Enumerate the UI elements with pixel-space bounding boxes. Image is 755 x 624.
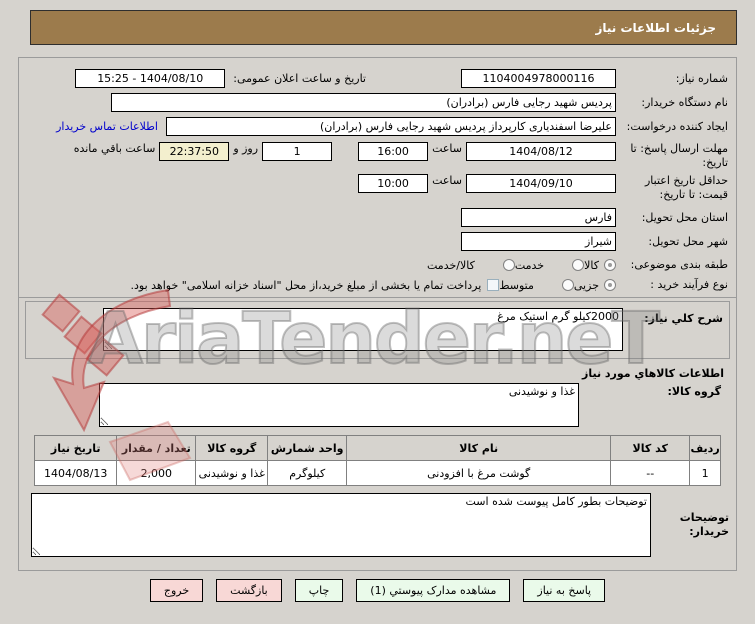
- delivery-province-field[interactable]: فارس: [461, 208, 616, 227]
- table-row[interactable]: 1 -- گوشت مرغ با افزودنی کیلوگرم غذا و ن…: [33, 460, 721, 486]
- radio-medium-label: متوسط: [499, 278, 534, 292]
- goods-table-header-row: ردیف کد کالا نام کالا واحد شمارش گروه کا…: [33, 435, 721, 461]
- cell-quantity: 2,000: [116, 460, 197, 486]
- row-reply-deadline: مهلت ارسال پاسخ: تا تاریخ: 1404/08/12 سا…: [27, 142, 728, 170]
- price-validity-date-field[interactable]: 1404/09/10: [466, 174, 616, 193]
- buyer-notes-row: توضیحات خریدار: توضیحات بطور کامل پیوست …: [31, 493, 729, 557]
- col-goods-name: نام کالا: [346, 435, 612, 461]
- announce-datetime-label: تاریخ و ساعت اعلان عمومی:: [233, 72, 366, 85]
- cell-count-unit: کیلوگرم: [267, 460, 348, 486]
- radio-goods-service[interactable]: [502, 259, 515, 271]
- goods-table-wrap: ردیف کد کالا نام کالا واحد شمارش گروه کا…: [33, 435, 721, 486]
- goods-group-label: گروه کالا:: [667, 385, 721, 398]
- cell-goods-group: غذا و نوشیدنی: [195, 460, 269, 486]
- delivery-province-label: استان محل تحویل:: [641, 210, 728, 224]
- request-creator-field[interactable]: علیرضا اسفندیاری کارپرداز پردیس شهید رجا…: [166, 117, 616, 136]
- reply-deadline-date-field[interactable]: 1404/08/12: [466, 142, 616, 161]
- respond-to-need-button[interactable]: پاسخ به نیاز: [523, 579, 606, 602]
- need-info-form: شماره نیاز: 1104004978000116 تاریخ و ساع…: [19, 58, 736, 298]
- goods-group-row: گروه کالا: غذا و نوشیدنی: [19, 383, 721, 427]
- treasury-docs-checkbox-label: پرداخت تمام یا بخشی از مبلغ خرید،از محل …: [130, 278, 482, 292]
- col-goods-group: گروه کالا: [195, 435, 269, 461]
- buyer-notes-label: توضیحات خریدار:: [679, 511, 729, 538]
- view-attachments-button[interactable]: مشاهده مدارک پیوستي (1): [356, 579, 511, 602]
- cell-row-number: 1: [689, 460, 721, 486]
- goods-table: ردیف کد کالا نام کالا واحد شمارش گروه کا…: [33, 435, 721, 486]
- radio-medium[interactable]: [561, 279, 574, 291]
- buyer-contact-link[interactable]: اطلاعات تماس خریدار: [56, 120, 158, 133]
- row-buyer-org: نام دستگاه خریدار: پردیس شهید رجایی فارس…: [27, 93, 728, 112]
- row-request-creator: ایجاد کننده درخواست: علیرضا اسفندیاری کا…: [27, 117, 728, 136]
- row-delivery-province: استان محل تحویل: فارس: [27, 208, 728, 227]
- col-count-unit: واحد شمارش: [267, 435, 348, 461]
- row-price-validity: حداقل تاریخ اعتبار قیمت: تا تاریخ: 1404/…: [27, 174, 728, 202]
- purchase-process-label: نوع فرآیند خرید :: [650, 278, 728, 291]
- back-button[interactable]: بازگشت: [216, 579, 282, 602]
- price-validity-hour-label: ساعت: [432, 174, 462, 187]
- goods-group-textarea[interactable]: غذا و نوشیدنی: [99, 383, 579, 427]
- price-validity-label: حداقل تاریخ اعتبار قیمت: تا تاریخ:: [644, 174, 728, 201]
- days-and-label: روز و: [233, 142, 259, 155]
- col-row-number: ردیف: [689, 435, 721, 461]
- col-need-date: تاریخ نیاز: [33, 435, 118, 461]
- col-goods-code: کد کالا: [610, 435, 691, 461]
- price-validity-time-field[interactable]: 10:00: [358, 174, 429, 193]
- request-creator-label: ایجاد کننده درخواست:: [626, 119, 728, 133]
- goods-section-header: اطلاعات کالاهاي مورد نیاز: [582, 367, 724, 380]
- reply-deadline-label: مهلت ارسال پاسخ: تا تاریخ:: [630, 142, 728, 169]
- main-panel: شماره نیاز: 1104004978000116 تاریخ و ساع…: [18, 57, 737, 571]
- row-need-number: شماره نیاز: 1104004978000116 تاریخ و ساع…: [27, 69, 728, 88]
- cell-goods-code: --: [610, 460, 691, 486]
- need-number-field[interactable]: 1104004978000116: [461, 69, 616, 88]
- buyer-org-field[interactable]: پردیس شهید رجایی فارس (برادران): [111, 93, 616, 112]
- row-subject-classification: طبقه بندی موضوعی: کالا خدمت کالا/خدمت: [27, 258, 728, 272]
- row-purchase-process: نوع فرآیند خرید : جزیی متوسط پرداخت تمام…: [27, 278, 728, 292]
- need-description-panel: شرح کلي نیاز: 2000کیلو گرم استیک مرغ: [25, 301, 730, 359]
- buyer-notes-textarea[interactable]: توضیحات بطور کامل پیوست شده است: [31, 493, 651, 557]
- radio-service-label: خدمت: [514, 258, 545, 272]
- buyer-org-label: نام دستگاه خریدار:: [641, 95, 728, 109]
- page-title: جزئیات اطلاعات نیاز: [30, 10, 737, 45]
- exit-button[interactable]: خروج: [149, 579, 204, 602]
- countdown-timer: 22:37:50: [159, 142, 230, 161]
- reply-deadline-hour-label: ساعت: [432, 142, 462, 155]
- tender-detail-page: { "title_bar": { "text": "جزئیات اطلاعات…: [0, 10, 755, 624]
- cell-goods-name: گوشت مرغ با افزودنی: [346, 460, 612, 486]
- radio-partial-label: جزیی: [573, 278, 599, 292]
- need-description-textarea[interactable]: 2000کیلو گرم استیک مرغ: [103, 308, 623, 351]
- col-quantity: تعداد / مقدار: [116, 435, 197, 461]
- delivery-city-label: شهر محل تحویل:: [648, 234, 728, 248]
- subject-classification-label: طبقه بندی موضوعی:: [630, 258, 728, 271]
- cell-need-date: 1404/08/13: [33, 460, 118, 486]
- time-remaining-label: ساعت باقي مانده: [73, 142, 156, 155]
- days-remaining-field[interactable]: 1: [262, 142, 333, 161]
- radio-partial[interactable]: [604, 279, 616, 291]
- need-description-label: شرح کلي نیاز:: [644, 312, 723, 325]
- need-number-label: شماره نیاز:: [675, 71, 728, 85]
- reply-deadline-time-field[interactable]: 16:00: [358, 142, 429, 161]
- radio-goods-service-label: کالا/خدمت: [427, 258, 475, 272]
- radio-goods-label: کالا: [584, 258, 599, 272]
- row-delivery-city: شهر محل تحویل: شیراز: [27, 232, 728, 251]
- page-title-text: جزئیات اطلاعات نیاز: [595, 20, 716, 35]
- print-button[interactable]: چاپ: [294, 579, 344, 602]
- action-button-bar: پاسخ به نیاز مشاهده مدارک پیوستي (1) چاپ…: [0, 579, 755, 602]
- delivery-city-field[interactable]: شیراز: [461, 232, 616, 251]
- radio-goods[interactable]: [604, 259, 616, 271]
- treasury-docs-checkbox[interactable]: [487, 279, 500, 291]
- announce-datetime-field[interactable]: 1404/08/10 - 15:25: [75, 69, 226, 88]
- radio-service[interactable]: [572, 259, 585, 271]
